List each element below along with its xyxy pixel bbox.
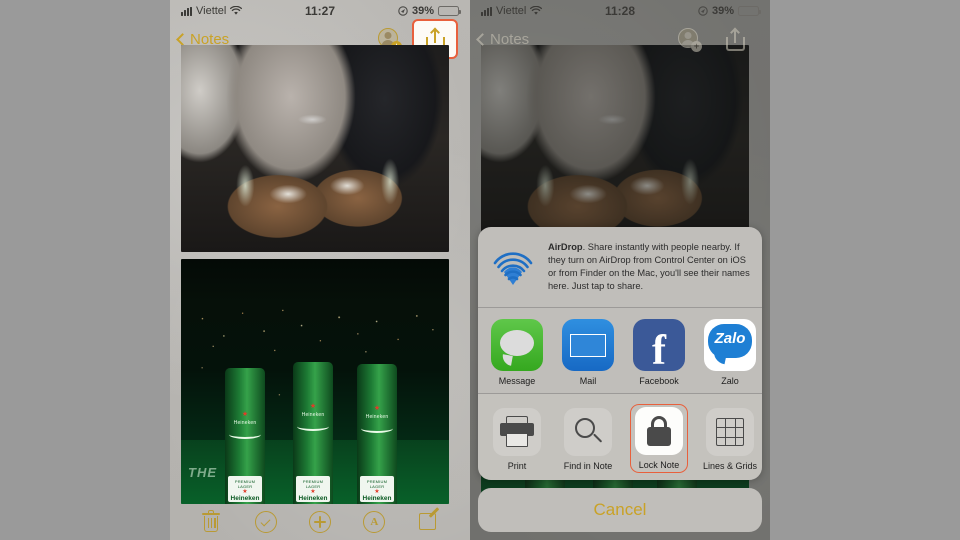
airdrop-icon (490, 245, 536, 291)
zalo-app-icon: Zalo (704, 319, 756, 371)
airdrop-description: AirDrop. Share instantly with people nea… (548, 241, 750, 293)
carrier-label: Viettel (496, 5, 527, 17)
share-button[interactable] (712, 19, 758, 59)
heineken-bottle: ★ Heineken PREMIUM LAGER ★ Heineken (357, 364, 397, 504)
airdrop-section[interactable]: AirDrop. Share instantly with people nea… (478, 227, 762, 307)
mail-app-icon (562, 319, 614, 371)
share-sheet: AirDrop. Share instantly with people nea… (478, 227, 762, 480)
magnifier-icon (564, 408, 612, 456)
grid-icon (706, 408, 754, 456)
action-label: Print (507, 461, 527, 471)
battery-percent-label: 39% (711, 5, 734, 17)
checklist-button[interactable] (254, 510, 278, 534)
cancel-button[interactable]: Cancel (478, 488, 762, 532)
wifi-icon (530, 6, 543, 15)
chevron-left-icon (176, 32, 189, 46)
share-target-label: Zalo (721, 376, 739, 386)
location-icon (398, 6, 408, 16)
facebook-app-icon: f (633, 319, 685, 371)
lock-icon (635, 407, 683, 456)
action-lock-note[interactable]: Lock Note (630, 404, 688, 473)
back-button-label: Notes (490, 30, 530, 48)
compose-button[interactable] (417, 507, 441, 534)
note-attachments: THE ★ Heineken PREMIUM LAGER ★ Heineken ★… (181, 45, 449, 504)
cellular-signal-icon (181, 6, 192, 16)
carrier-label: Viettel (196, 5, 227, 17)
airdrop-title: AirDrop (548, 242, 583, 252)
messages-app-icon (491, 319, 543, 371)
share-icon (725, 27, 745, 51)
left-phone-panel: Viettel 11:27 39% Notes THE ★ Heineken P… (170, 0, 470, 540)
battery-percent-label: 39% (411, 5, 434, 17)
share-target-label: Message (498, 376, 536, 386)
photo-attachment-people[interactable] (181, 45, 449, 252)
back-to-notes-button[interactable]: Notes (476, 30, 530, 48)
battery-icon (438, 6, 461, 16)
location-icon (698, 6, 708, 16)
heineken-bottle: ★ Heineken PREMIUM LAGER ★ Heineken (225, 368, 265, 504)
status-bar-left: Viettel (181, 5, 243, 17)
navigation-bar: Notes + (470, 22, 770, 56)
share-target-label: Mail (579, 376, 597, 386)
add-attachment-button[interactable] (308, 510, 332, 534)
add-person-button[interactable]: + (678, 28, 702, 52)
delete-button[interactable] (199, 510, 223, 534)
navigation-bar-actions: + (678, 19, 762, 59)
right-phone-panel: Viettel 11:28 39% Notes + AirDrop. Share… (470, 0, 770, 540)
action-label: Lines & Grids (702, 461, 758, 471)
action-label: Lock Note (638, 460, 680, 471)
action-find-in-note[interactable]: Find in Note (559, 404, 617, 473)
cellular-signal-icon (481, 6, 492, 16)
action-lines-and-grids[interactable]: Lines & Grids (701, 404, 759, 473)
plus-badge-icon: + (691, 41, 702, 52)
status-bar-right: 39% (398, 5, 461, 17)
share-target-mail[interactable]: Mail (559, 319, 617, 386)
share-target-label: Facebook (639, 376, 679, 386)
photo-attachment-heineken[interactable]: THE ★ Heineken PREMIUM LAGER ★ Heineken ★… (181, 259, 449, 504)
note-toolbar: A (170, 504, 470, 540)
action-label: Find in Note (563, 461, 613, 471)
screenshot-stage: Viettel 11:27 39% Notes THE ★ Heineken P… (0, 0, 960, 540)
share-target-facebook[interactable]: f Facebook (630, 319, 688, 386)
chevron-left-icon (476, 32, 489, 46)
battery-icon (738, 6, 761, 16)
status-bar-right: 39% (698, 5, 761, 17)
printer-icon (493, 408, 541, 456)
zalo-wordmark: Zalo (714, 330, 746, 347)
status-bar-left: Viettel (481, 5, 543, 17)
wifi-icon (230, 6, 243, 15)
share-target-zalo[interactable]: Zalo Zalo (701, 319, 759, 386)
share-target-message[interactable]: Message (488, 319, 546, 386)
banner-text: THE (188, 465, 217, 480)
action-print[interactable]: Print (488, 404, 546, 473)
share-action-row: Print Find in Note Lock Note Lines & Gri… (478, 394, 762, 480)
heineken-bottle: ★ Heineken PREMIUM LAGER ★ Heineken (293, 362, 333, 504)
markup-button[interactable]: A (362, 510, 386, 534)
share-app-row: Message Mail f Facebook Zalo Zalo (478, 308, 762, 393)
